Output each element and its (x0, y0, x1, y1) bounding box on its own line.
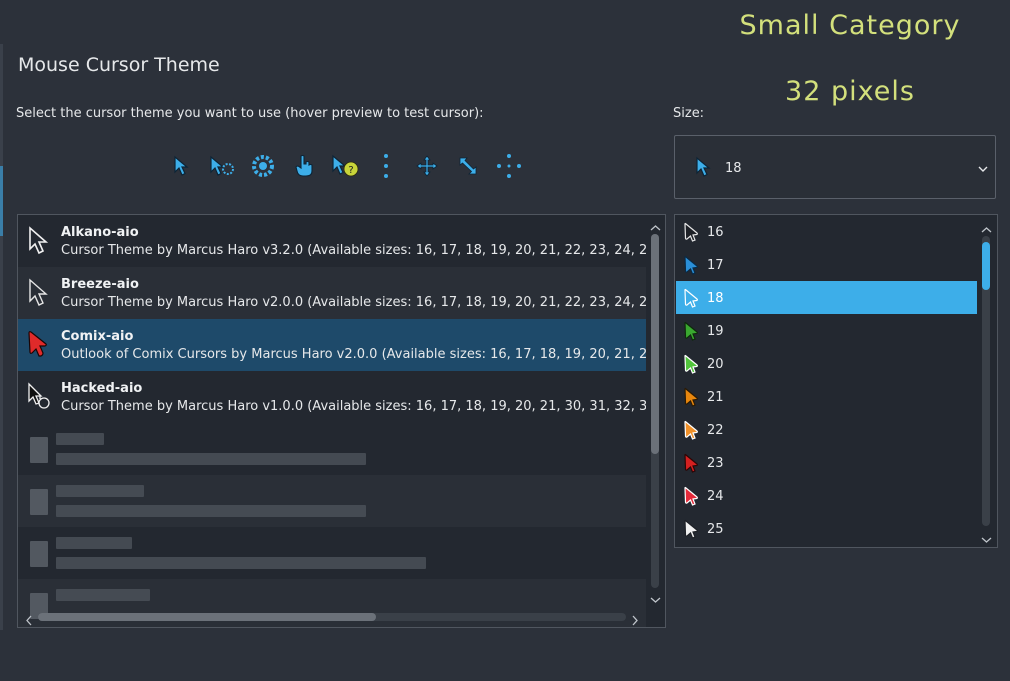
size-option-label: 25 (707, 522, 724, 537)
size-combobox-value: 18 (725, 161, 742, 176)
size-option-label: 23 (707, 456, 724, 471)
theme-row-breeze[interactable]: Breeze-aio Cursor Theme by Marcus Haro v… (18, 267, 646, 319)
colored-arrow-cursor-icon (682, 255, 700, 279)
svg-text:?: ? (348, 165, 353, 176)
hand-pointer-icon[interactable] (283, 148, 324, 184)
scrollbar-thumb[interactable] (982, 242, 990, 290)
theme-description: Cursor Theme by Marcus Haro v3.2.0 (Avai… (61, 243, 646, 258)
size-option-label: 16 (707, 225, 724, 240)
chevron-down-icon[interactable] (650, 590, 661, 609)
theme-row-obscured[interactable] (18, 527, 646, 579)
theme-description: Outlook of Comix Cursors by Marcus Haro … (61, 347, 646, 362)
size-label: Size: (673, 106, 705, 121)
size-option-25[interactable]: 25 (676, 512, 977, 545)
chevron-down-icon[interactable] (981, 530, 992, 549)
theme-description: Cursor Theme by Marcus Haro v2.0.0 (Avai… (61, 295, 646, 310)
crosshair-dots-icon[interactable] (488, 148, 529, 184)
theme-row-comix[interactable]: Comix-aio Outlook of Comix Cursors by Ma… (18, 319, 646, 371)
size-option-24[interactable]: 24 (676, 479, 977, 512)
size-option-20[interactable]: 20 (676, 347, 977, 380)
colored-arrow-cursor-icon (682, 519, 700, 543)
theme-row-alkano[interactable]: Alkano-aio Cursor Theme by Marcus Haro v… (18, 215, 646, 267)
instruction-label: Select the cursor theme you want to use … (16, 106, 484, 121)
theme-name: Hacked-aio (61, 381, 143, 396)
left-panel-edge (0, 44, 3, 630)
size-option-label: 24 (707, 489, 724, 504)
colored-arrow-cursor-icon (682, 420, 700, 444)
size-option-label: 20 (707, 357, 724, 372)
diagonal-resize-icon[interactable] (447, 148, 488, 184)
chevron-down-icon[interactable] (977, 160, 989, 179)
cursor-size-list[interactable]: 16 17 18 19 20 21 22 23 24 25 (674, 214, 998, 548)
white-arrow-cursor-icon (26, 277, 50, 311)
size-combobox[interactable]: 18 (674, 135, 996, 199)
colored-arrow-cursor-icon (682, 387, 700, 411)
theme-row-obscured[interactable] (18, 475, 646, 527)
theme-row-obscured[interactable] (18, 423, 646, 475)
size-option-22[interactable]: 22 (676, 413, 977, 446)
theme-description: Cursor Theme by Marcus Haro v1.0.0 (Avai… (61, 399, 646, 414)
size-option-16[interactable]: 16 (676, 215, 977, 248)
size-option-label: 17 (707, 258, 724, 273)
colored-arrow-cursor-icon (682, 486, 700, 510)
overlay-category-title: Small Category (739, 10, 961, 41)
size-option-21[interactable]: 21 (676, 380, 977, 413)
page-title: Mouse Cursor Theme (18, 54, 220, 76)
text-ibeam-icon[interactable] (365, 148, 406, 184)
size-option-19[interactable]: 19 (676, 314, 977, 347)
overlay-size-caption: 32 pixels (785, 76, 915, 107)
chevron-right-icon[interactable] (630, 611, 640, 630)
hacked-arrow-cursor-icon (26, 381, 54, 415)
outline-arrow-cursor-icon (26, 225, 50, 259)
size-option-label: 22 (707, 423, 724, 438)
scrollbar-thumb[interactable] (651, 234, 659, 454)
cursor-preview-strip[interactable]: ? (160, 148, 529, 184)
scrollbar-thumb[interactable] (38, 613, 376, 621)
wait-spinner-icon[interactable] (242, 148, 283, 184)
arrow-cursor-icon[interactable] (160, 148, 201, 184)
size-option-17[interactable]: 17 (676, 248, 977, 281)
size-option-label: 21 (707, 390, 724, 405)
theme-name: Breeze-aio (61, 277, 139, 292)
theme-row-hacked[interactable]: Hacked-aio Cursor Theme by Marcus Haro v… (18, 371, 646, 423)
cursor-theme-list[interactable]: Alkano-aio Cursor Theme by Marcus Haro v… (17, 214, 666, 628)
theme-list-vertical-scrollbar[interactable] (648, 214, 663, 608)
size-list-vertical-scrollbar[interactable] (978, 216, 994, 546)
busy-arrow-cursor-icon[interactable] (201, 148, 242, 184)
left-panel-accent (0, 166, 3, 236)
chevron-left-icon[interactable] (24, 611, 34, 630)
blue-arrow-cursor-icon (693, 156, 713, 182)
size-option-label: 18 (707, 291, 724, 306)
theme-list-horizontal-scrollbar[interactable] (18, 608, 648, 626)
theme-name: Comix-aio (61, 329, 134, 344)
colored-arrow-cursor-icon (682, 288, 700, 312)
theme-name: Alkano-aio (61, 225, 139, 240)
size-option-23[interactable]: 23 (676, 446, 977, 479)
colored-arrow-cursor-icon (682, 222, 700, 246)
red-arrow-cursor-icon (26, 329, 50, 363)
size-option-18[interactable]: 18 (676, 281, 977, 314)
help-cursor-icon[interactable]: ? (324, 148, 365, 184)
size-option-label: 19 (707, 324, 724, 339)
colored-arrow-cursor-icon (682, 354, 700, 378)
colored-arrow-cursor-icon (682, 453, 700, 477)
move-cursor-icon[interactable] (406, 148, 447, 184)
colored-arrow-cursor-icon (682, 321, 700, 345)
